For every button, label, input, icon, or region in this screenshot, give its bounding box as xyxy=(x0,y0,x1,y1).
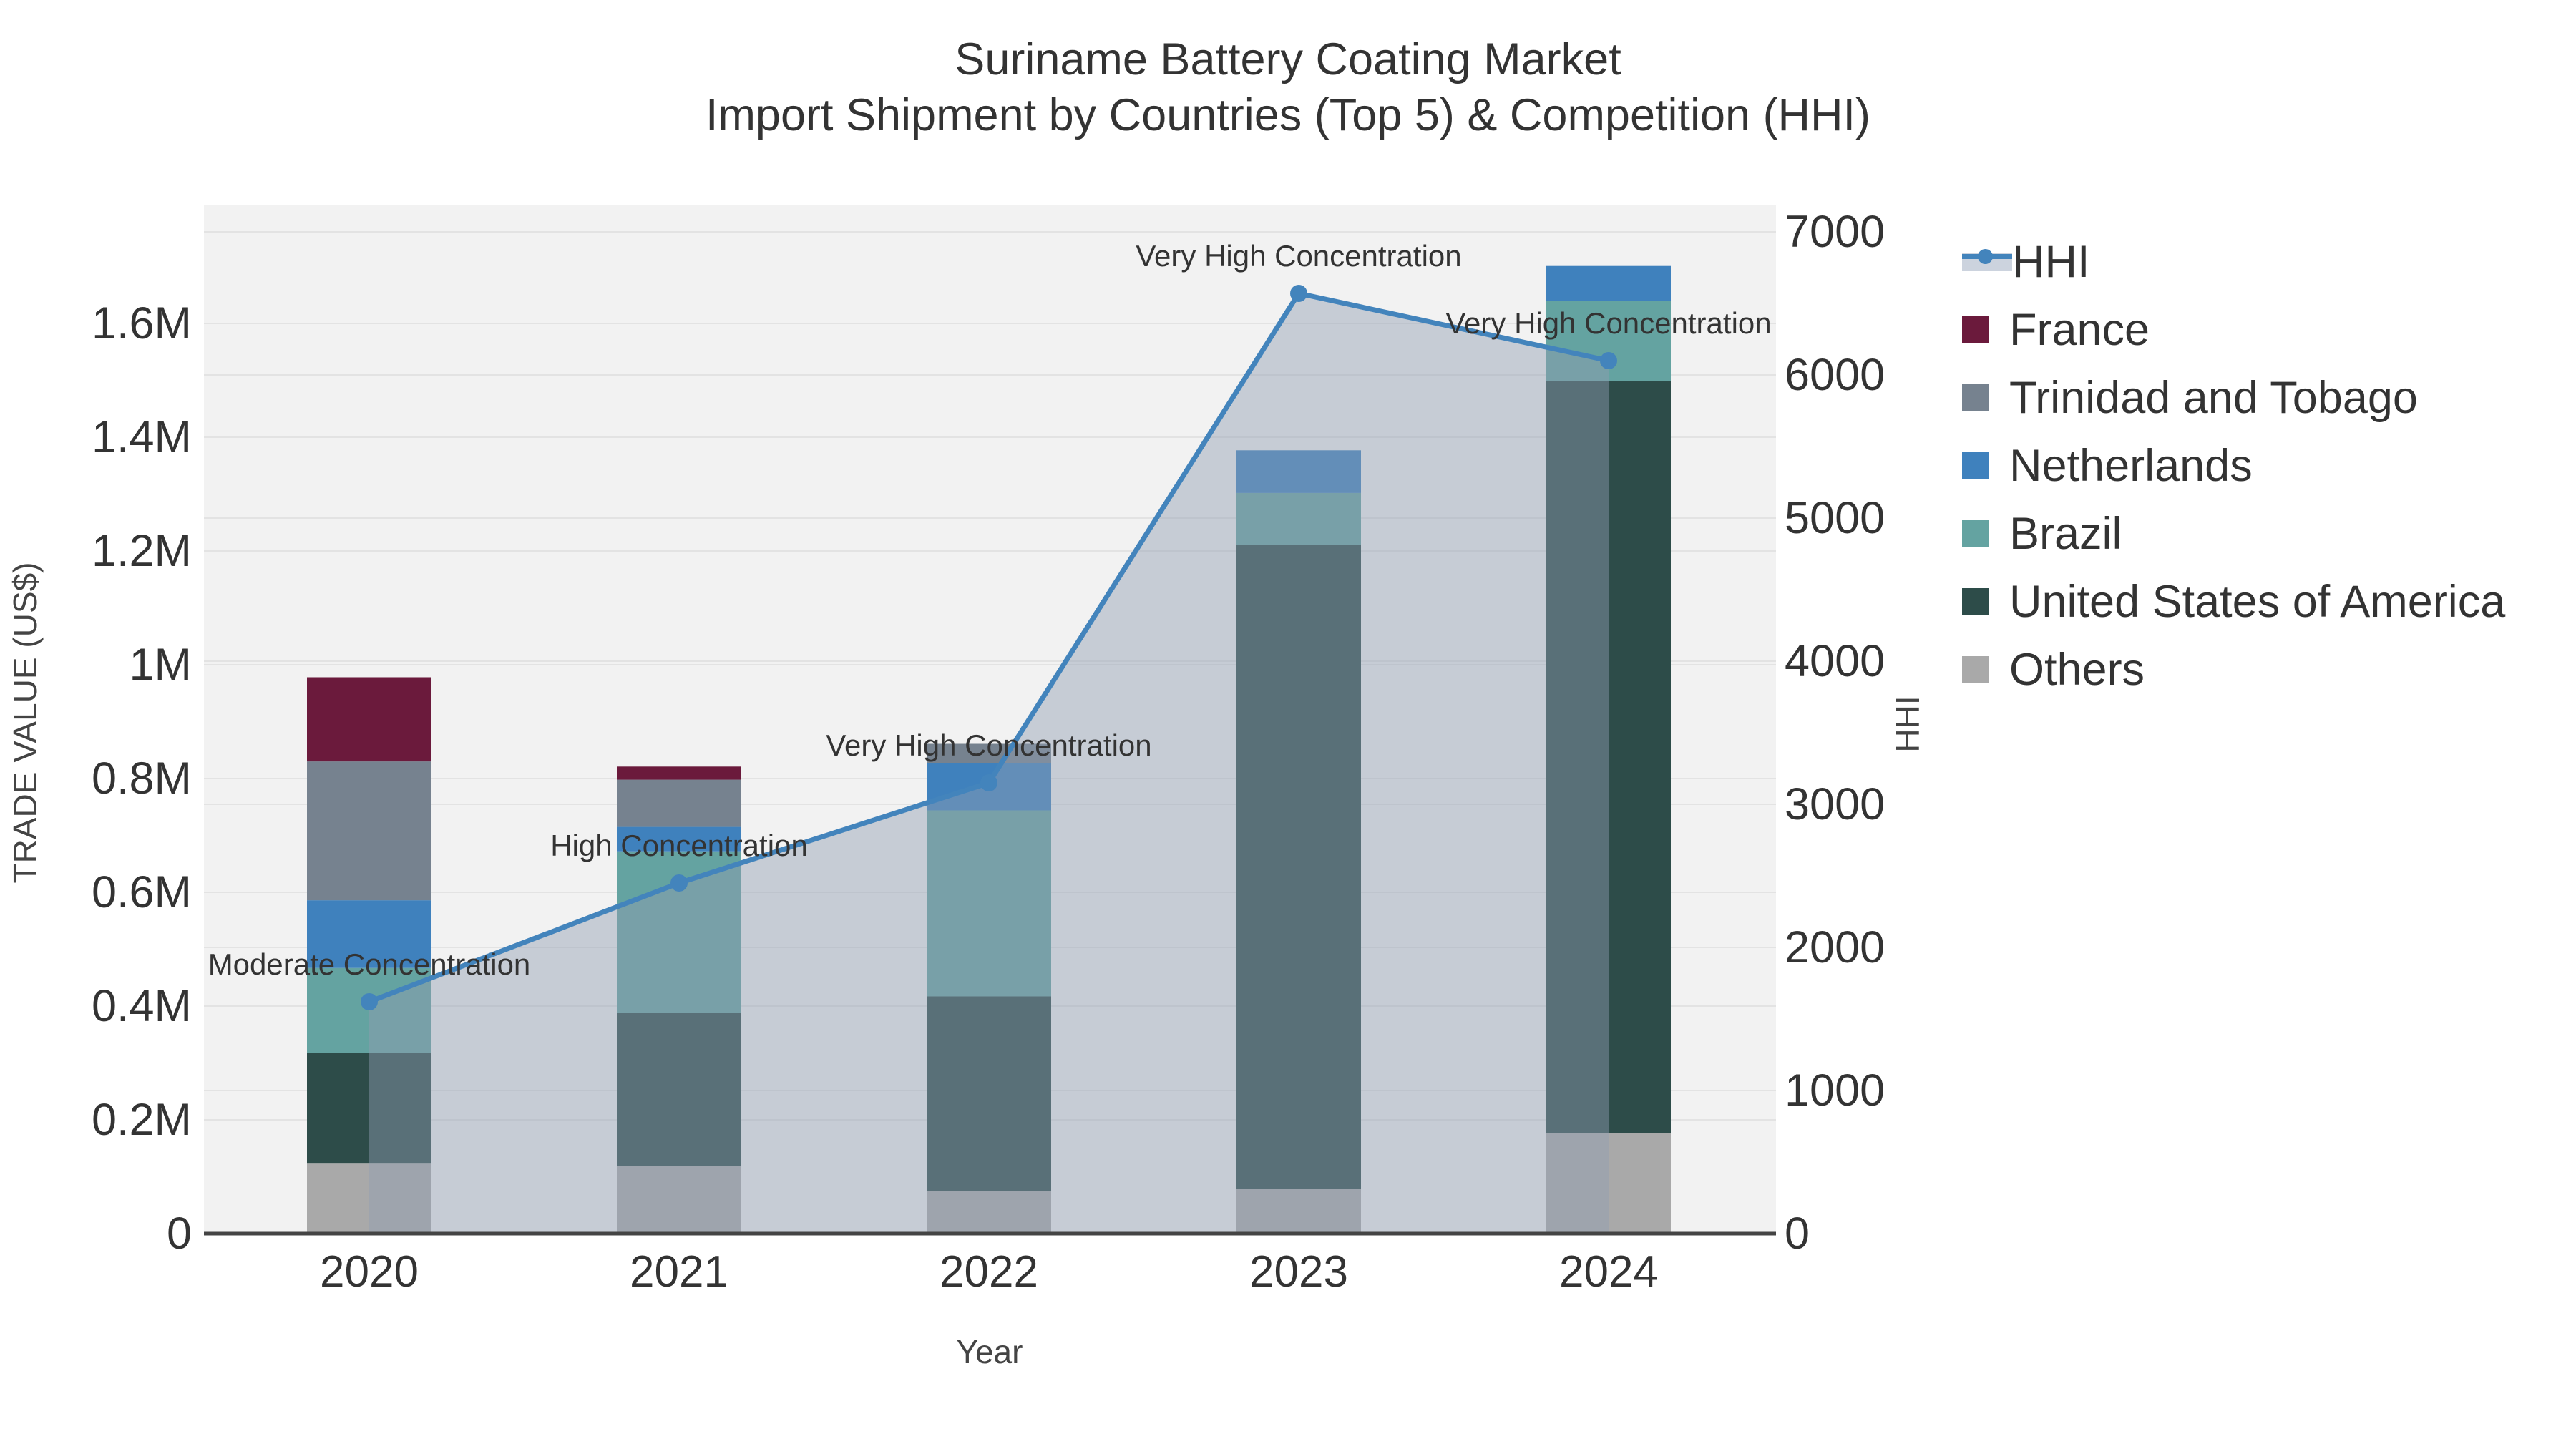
legend-label: France xyxy=(2009,304,2150,355)
legend-hhi-line-swatch xyxy=(1962,248,2012,271)
legend-color-swatch xyxy=(1962,384,1989,411)
y-left-tick-label: 0.8M xyxy=(92,753,192,804)
legend-item-trinidad-and-tobago[interactable]: Trinidad and Tobago xyxy=(1962,364,2505,431)
bar-segment-france-2021 xyxy=(617,766,741,780)
plot-area: 0 0.2M 0.4M 0.6M 0.8M 1M 1.2M 1.4M 1.6M 0 1000 2000… xyxy=(92,205,1885,1297)
y-left-tick-label: 0.4M xyxy=(92,981,192,1031)
legend-color-swatch xyxy=(1962,316,1989,343)
hhi-point-2023 xyxy=(1290,285,1307,302)
y-right-tick-label: 3000 xyxy=(1785,779,1885,829)
y-left-tick-label: 0 xyxy=(167,1209,192,1259)
bar-segment-trinidad-and-tobago-2021 xyxy=(617,779,741,827)
x-tick-label-2022: 2022 xyxy=(940,1247,1038,1297)
chart-title-block: Suriname Battery Coating Market Import S… xyxy=(0,31,2576,143)
y-right-tick-label: 0 xyxy=(1785,1209,1810,1259)
hhi-point-2021 xyxy=(670,874,688,892)
legend-label: Brazil xyxy=(2009,508,2122,559)
x-tick-label-2024: 2024 xyxy=(1559,1247,1658,1297)
annotation-2021: High Concentration xyxy=(550,829,808,862)
legend-label: Others xyxy=(2009,644,2145,695)
y-left-tick-label: 0.2M xyxy=(92,1095,192,1145)
hhi-point-2020 xyxy=(361,993,378,1010)
legend-item-hhi[interactable]: HHI xyxy=(1962,228,2505,296)
legend-item-france[interactable]: France xyxy=(1962,296,2505,364)
y-left-tick-label: 1.6M xyxy=(92,298,192,348)
legend-item-united-states-of-america[interactable]: United States of America xyxy=(1962,567,2505,635)
hhi-point-2022 xyxy=(980,774,997,791)
x-axis-title: Year xyxy=(956,1333,1023,1370)
legend-color-swatch xyxy=(1962,655,1989,683)
y-right-tick-label: 7000 xyxy=(1785,207,1885,257)
y-left-tick-label: 1.2M xyxy=(92,526,192,576)
legend-label: Trinidad and Tobago xyxy=(2009,372,2418,423)
y-axis-title-left: TRADE VALUE (US$) xyxy=(6,562,44,884)
annotation-2020: Moderate Concentration xyxy=(208,947,531,981)
legend-color-swatch xyxy=(1962,452,1989,479)
legend-hhi-marker-dot xyxy=(1978,248,1993,264)
x-tick-label-2020: 2020 xyxy=(320,1247,419,1297)
legend-color-swatch xyxy=(1962,587,1989,615)
y-right-tick-label: 4000 xyxy=(1785,636,1885,686)
y-right-tick-label: 2000 xyxy=(1785,922,1885,972)
bar-segment-france-2020 xyxy=(307,677,431,762)
y-right-tick-label: 6000 xyxy=(1785,350,1885,400)
legend: HHI France Trinidad and Tobago Netherlands B… xyxy=(1962,228,2505,703)
legend-label: HHI xyxy=(2012,236,2090,287)
y-left-tick-label: 0.6M xyxy=(92,867,192,917)
legend-label: United States of America xyxy=(2009,576,2506,627)
x-tick-label-2021: 2021 xyxy=(630,1247,728,1297)
y-right-tick-label: 1000 xyxy=(1785,1065,1885,1116)
annotation-2022: Very High Concentration xyxy=(826,728,1151,762)
y-left-tick-label: 1M xyxy=(129,640,192,690)
annotation-2023: Very High Concentration xyxy=(1136,239,1461,273)
legend-item-brazil[interactable]: Brazil xyxy=(1962,499,2505,567)
bar-segment-netherlands-2024 xyxy=(1546,265,1671,301)
hhi-point-2024 xyxy=(1600,352,1617,369)
y-left-tick-label: 1.4M xyxy=(92,412,192,462)
bar-segment-trinidad-and-tobago-2020 xyxy=(307,761,431,901)
legend-item-netherlands[interactable]: Netherlands xyxy=(1962,431,2505,499)
y-axis-title-right: HHI xyxy=(1889,696,1926,753)
chart-title: Suriname Battery Coating Market xyxy=(955,34,1621,84)
legend-item-others[interactable]: Others xyxy=(1962,635,2505,703)
legend-color-swatch xyxy=(1962,519,1989,547)
chart-subtitle: Import Shipment by Countries (Top 5) & C… xyxy=(705,90,1871,140)
y-right-tick-label: 5000 xyxy=(1785,493,1885,543)
x-tick-label-2023: 2023 xyxy=(1249,1247,1348,1297)
legend-label: Netherlands xyxy=(2009,440,2253,491)
annotation-2024: Very High Concentration xyxy=(1445,306,1771,340)
figure: 0 0.2M 0.4M 0.6M 0.8M 1M 1.2M 1.4M 1.6M 0 1000 2000… xyxy=(0,0,2576,1449)
